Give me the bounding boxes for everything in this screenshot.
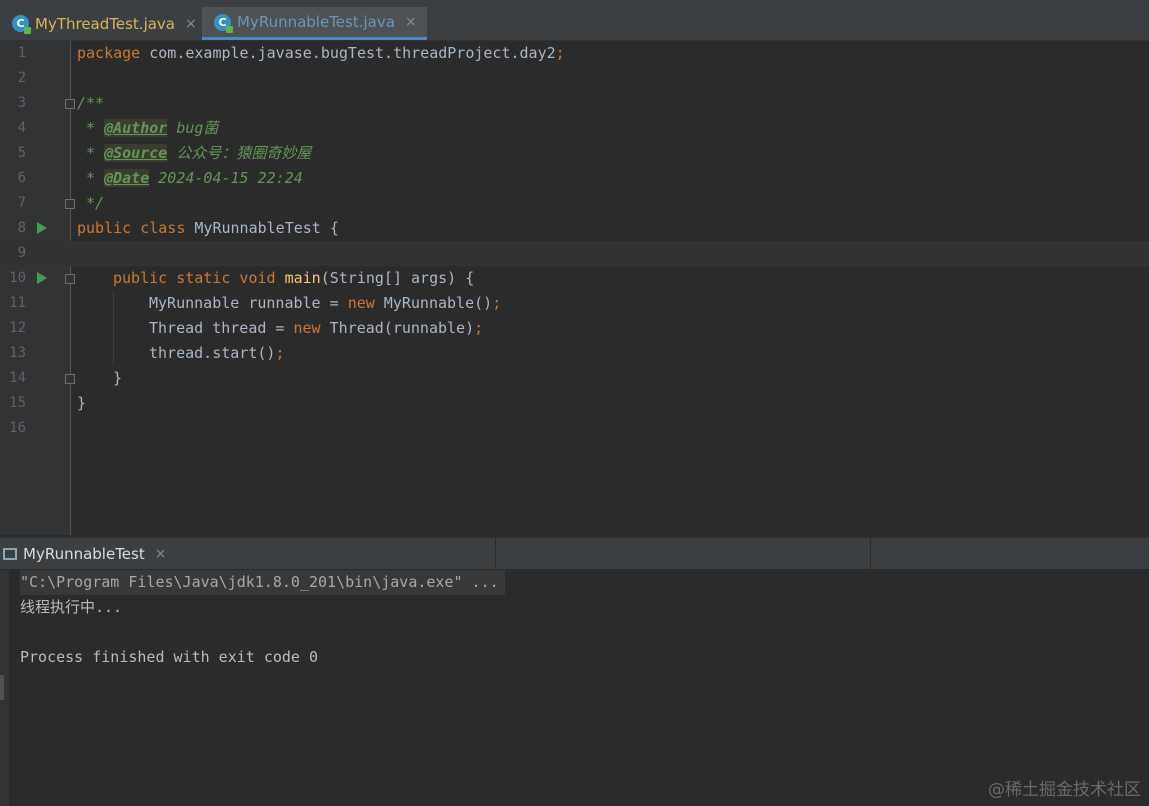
line-number: 12 — [9, 320, 26, 336]
code-line: 1 package com.example.javase.bugTest.thr… — [0, 41, 1149, 66]
tab-mythreadtest[interactable]: C MyThreadTest.java × — [0, 7, 207, 40]
line-number: 4 — [17, 120, 26, 136]
java-class-icon: C — [214, 13, 233, 33]
window-top-strip — [0, 0, 1149, 7]
statement: MyRunnable() — [374, 294, 493, 312]
tab-label: MyThreadTest.java — [35, 14, 176, 33]
fold-marker-icon[interactable] — [65, 199, 75, 209]
comment-prefix: * — [77, 144, 105, 162]
line-number: 1 — [17, 45, 26, 61]
editor-tab-bar: C MyThreadTest.java × C MyRunnableTest.j… — [0, 0, 1149, 41]
line-number: 8 — [17, 220, 26, 236]
semicolon: ; — [474, 319, 484, 337]
console-icon — [3, 548, 17, 560]
console-output-line: 线程执行中... — [20, 598, 123, 616]
fold-marker-icon[interactable] — [65, 99, 75, 109]
line-number: 6 — [17, 170, 26, 186]
code-line: 12 Thread thread = new Thread(runnable); — [0, 316, 1149, 341]
console-toolbar — [0, 570, 9, 806]
code-line: 10 public static void main(String[] args… — [0, 266, 1149, 291]
close-icon[interactable]: × — [155, 546, 167, 562]
line-number: 9 — [17, 245, 26, 261]
keyword: package — [77, 44, 141, 62]
line-number: 7 — [17, 195, 26, 211]
code-line: 7 */ — [0, 191, 1149, 216]
statement: Thread thread = — [149, 319, 294, 337]
code-line: 11 MyRunnable runnable = new MyRunnable(… — [0, 291, 1149, 316]
semicolon: ; — [492, 294, 502, 312]
watermark: @稀土掘金技术社区 — [988, 780, 1141, 800]
javadoc-tag: @Source — [104, 144, 168, 162]
run-gutter-icon[interactable] — [37, 222, 47, 234]
run-gutter-icon[interactable] — [37, 272, 47, 284]
line-number: 5 — [17, 145, 26, 161]
panel-divider — [870, 538, 871, 570]
method-params: (String[] args) { — [320, 269, 475, 287]
comment-text: 公众号：猿圈奇妙屋 — [167, 144, 312, 162]
code-line: 5 * @Source 公众号：猿圈奇妙屋 — [0, 141, 1149, 166]
close-icon[interactable]: × — [405, 14, 417, 30]
line-number: 3 — [17, 95, 26, 111]
line-number: 15 — [9, 395, 26, 411]
javadoc-tag: @Author — [104, 119, 168, 137]
code-line: 6 * @Date 2024-04-15 22:24 — [0, 166, 1149, 191]
keyword: new — [347, 294, 375, 312]
code-line: 4 * @Author bug菌 — [0, 116, 1149, 141]
comment: */ — [77, 194, 105, 212]
code-editor[interactable]: 1 package com.example.javase.bugTest.thr… — [0, 41, 1149, 535]
panel-divider — [495, 538, 496, 570]
method-name: main — [284, 269, 321, 287]
closing-brace: } — [77, 394, 87, 412]
statement: thread.start() — [149, 344, 276, 362]
tab-label: MyRunnableTest.java — [237, 13, 395, 31]
keyword: new — [293, 319, 321, 337]
statement: Thread(runnable) — [320, 319, 475, 337]
comment: /** — [77, 94, 105, 112]
code-line: 16 — [0, 416, 1149, 441]
console-command-line[interactable]: "C:\Program Files\Java\jdk1.8.0_201\bin\… — [20, 570, 505, 595]
semicolon: ; — [555, 44, 565, 62]
fold-marker-icon[interactable] — [65, 274, 75, 284]
keyword: public class — [77, 219, 186, 237]
current-line: 9 — [0, 241, 1149, 266]
closing-brace: } — [113, 369, 123, 387]
run-tab-myrunnabletest[interactable]: MyRunnableTest × — [0, 538, 166, 570]
semicolon: ; — [275, 344, 285, 362]
code-line: 2 — [0, 66, 1149, 91]
javadoc-tag: @Date — [104, 169, 150, 187]
line-number: 2 — [17, 70, 26, 86]
console-scroll-marker — [0, 675, 4, 700]
close-icon[interactable]: × — [185, 16, 197, 32]
code-line: 3 /** — [0, 91, 1149, 116]
comment-text: 2024-04-15 22:24 — [149, 169, 303, 187]
line-number: 13 — [9, 345, 26, 361]
comment-prefix: * — [77, 169, 105, 187]
code-line: 8 public class MyRunnableTest { — [0, 216, 1149, 241]
comment-text: bug菌 — [167, 119, 219, 137]
tab-myrunnabletest[interactable]: C MyRunnableTest.java × — [202, 7, 427, 40]
console-exit-line: Process finished with exit code 0 — [20, 648, 319, 666]
line-number: 14 — [9, 370, 26, 386]
fold-marker-icon[interactable] — [65, 374, 75, 384]
keyword: public static void — [113, 269, 276, 287]
line-number: 10 — [9, 270, 26, 286]
statement: MyRunnable runnable = — [149, 294, 348, 312]
code-line: 15 } — [0, 391, 1149, 416]
code-line: 14 } — [0, 366, 1149, 391]
java-class-icon: C — [12, 15, 31, 34]
package-name: com.example.javase.bugTest.threadProject… — [140, 44, 556, 62]
run-panel-header: MyRunnableTest × — [0, 537, 1149, 570]
line-number: 11 — [9, 295, 26, 311]
class-declaration: MyRunnableTest { — [185, 219, 339, 237]
run-tab-label: MyRunnableTest — [23, 545, 145, 563]
code-line: 13 thread.start(); — [0, 341, 1149, 366]
line-number: 16 — [9, 420, 26, 436]
comment-prefix: * — [77, 119, 105, 137]
run-console[interactable]: "C:\Program Files\Java\jdk1.8.0_201\bin\… — [0, 570, 1149, 806]
